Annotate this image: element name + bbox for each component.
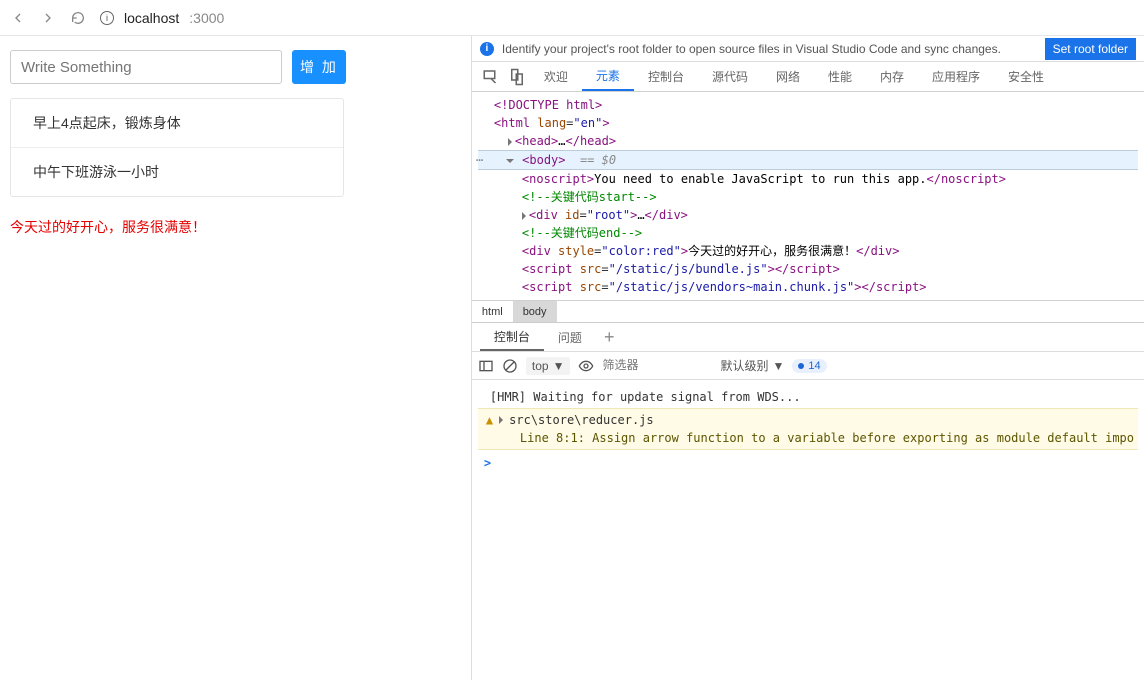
url-port: :3000 — [189, 10, 224, 26]
add-button[interactable]: 增 加 — [292, 50, 346, 84]
todo-list: 早上4点起床，锻炼身体 中午下班游泳一小时 — [10, 98, 344, 197]
todo-input[interactable] — [10, 50, 282, 84]
tab-sources[interactable]: 源代码 — [698, 62, 762, 91]
inspect-icon[interactable] — [482, 68, 500, 86]
crumb-body[interactable]: body — [513, 301, 557, 322]
dom-node[interactable]: <!DOCTYPE html> — [494, 98, 602, 112]
status-message: 今天过的好开心，服务很满意！ — [10, 217, 461, 237]
tab-welcome[interactable]: 欢迎 — [530, 62, 582, 91]
devtools-panel: i Identify your project's root folder to… — [472, 36, 1144, 680]
console-prompt[interactable]: > — [478, 450, 1138, 476]
console-output[interactable]: [HMR] Waiting for update signal from WDS… — [472, 380, 1144, 680]
tab-console[interactable]: 控制台 — [634, 62, 698, 91]
warning-icon: ▲ — [486, 411, 493, 429]
console-log-line: [HMR] Waiting for update signal from WDS… — [478, 386, 1138, 408]
live-expression-icon[interactable] — [578, 358, 594, 374]
devtools-infobar: i Identify your project's root folder to… — [472, 36, 1144, 62]
back-button[interactable] — [10, 10, 26, 26]
tab-application[interactable]: 应用程序 — [918, 62, 994, 91]
tab-network[interactable]: 网络 — [762, 62, 814, 91]
console-warning: ▲ src\store\reducer.js Line 8:1: Assign … — [478, 408, 1138, 450]
device-toggle-icon[interactable] — [508, 68, 526, 86]
tab-memory[interactable]: 内存 — [866, 62, 918, 91]
info-text: Identify your project's root folder to o… — [502, 42, 1037, 56]
reload-button[interactable] — [70, 10, 86, 26]
warning-file[interactable]: src\store\reducer.js — [509, 411, 654, 429]
list-item[interactable]: 中午下班游泳一小时 — [11, 148, 343, 196]
tab-performance[interactable]: 性能 — [814, 62, 866, 91]
drawer-tab-issues[interactable]: 问题 — [544, 323, 596, 351]
hidden-messages-badge[interactable]: 14 — [792, 359, 826, 373]
site-info-icon[interactable]: i — [100, 11, 114, 25]
expand-icon[interactable] — [522, 212, 526, 220]
devtools-tabs: 欢迎 元素 控制台 源代码 网络 性能 内存 应用程序 安全性 — [472, 62, 1144, 92]
clear-console-icon[interactable] — [502, 358, 518, 374]
info-icon: i — [480, 42, 494, 56]
app-page: 增 加 早上4点起床，锻炼身体 中午下班游泳一小时 今天过的好开心，服务很满意！ — [0, 36, 472, 680]
breadcrumb: html body — [472, 300, 1144, 322]
expand-icon[interactable] — [506, 159, 514, 163]
log-level-selector[interactable]: 默认级别 ▼ — [720, 357, 784, 374]
crumb-html[interactable]: html — [472, 301, 513, 322]
dom-selected-node[interactable]: ⋯ <body> == $0 — [478, 150, 1138, 170]
console-drawer-tabs: 控制台 问题 + — [472, 322, 1144, 352]
badge-dot-icon — [798, 363, 804, 369]
set-root-button[interactable]: Set root folder — [1045, 38, 1136, 60]
expand-icon[interactable] — [508, 138, 512, 146]
dom-tree[interactable]: <!DOCTYPE html> <html lang="en"> <head>…… — [472, 92, 1144, 300]
address-bar[interactable]: i localhost :3000 — [100, 10, 224, 26]
console-toolbar: top ▼ 默认级别 ▼ 14 — [472, 352, 1144, 380]
forward-button[interactable] — [40, 10, 56, 26]
tab-elements[interactable]: 元素 — [582, 62, 634, 91]
context-selector[interactable]: top ▼ — [526, 357, 571, 375]
browser-toolbar: i localhost :3000 — [0, 0, 1144, 36]
drawer-tab-console[interactable]: 控制台 — [480, 323, 544, 351]
list-item[interactable]: 早上4点起床，锻炼身体 — [11, 99, 343, 148]
filter-input[interactable] — [602, 358, 712, 373]
expand-icon[interactable] — [499, 416, 503, 424]
warning-detail: Line 8:1: Assign arrow function to a var… — [482, 429, 1134, 447]
add-tab-icon[interactable]: + — [596, 327, 623, 348]
tab-security[interactable]: 安全性 — [994, 62, 1058, 91]
sidebar-toggle-icon[interactable] — [478, 358, 494, 374]
url-host: localhost — [124, 10, 179, 26]
